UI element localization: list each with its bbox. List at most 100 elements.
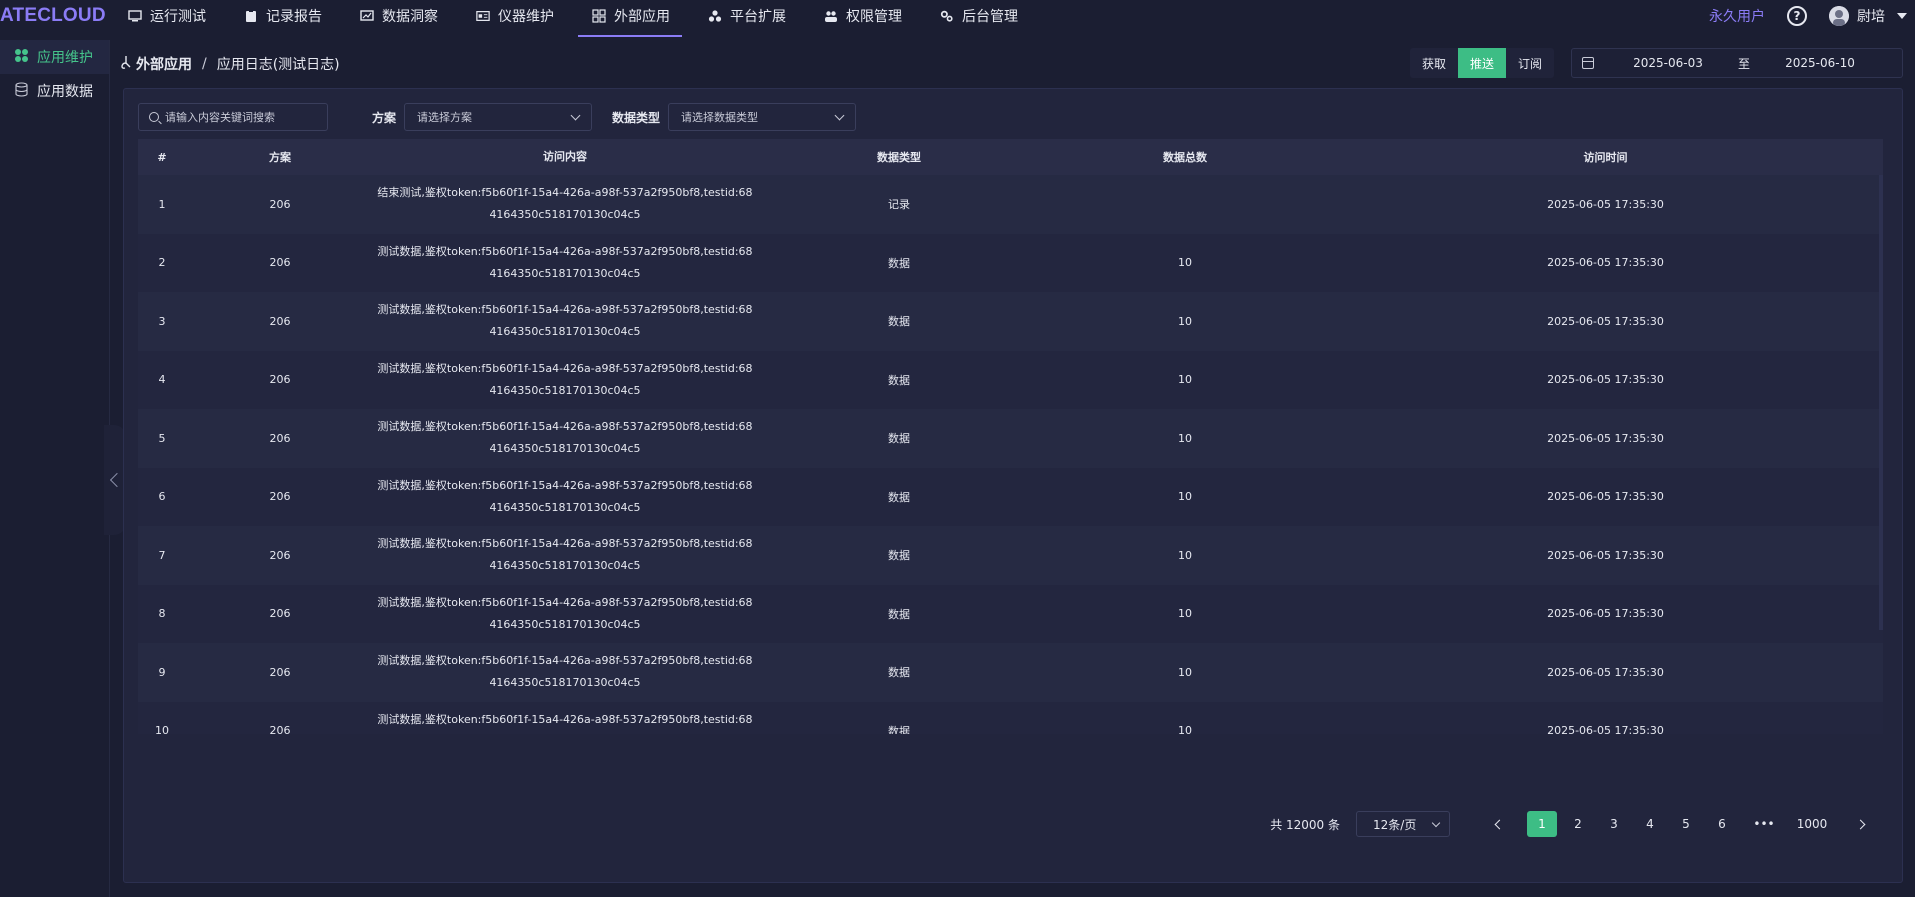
- search-box[interactable]: [138, 103, 328, 131]
- table-row[interactable]: 2 206 测试数据,鉴权token:f5b60f1f-15a4-426a-a98f…: [138, 233, 1883, 292]
- nav-item-external-apps[interactable]: 外部应用: [576, 0, 692, 37]
- table-scrollbar[interactable]: [1879, 175, 1883, 630]
- page-number-button[interactable]: 2: [1563, 811, 1593, 837]
- subscribe-button[interactable]: 订阅: [1506, 48, 1554, 78]
- breadcrumb-root-label: 外部应用: [136, 57, 192, 73]
- page-number-button[interactable]: 3: [1599, 811, 1629, 837]
- cell-index: 10: [155, 724, 169, 734]
- chevron-down-icon: [570, 110, 581, 120]
- nav-item-label: 数据洞察: [382, 9, 438, 25]
- table-row[interactable]: 10 206 测试数据,鉴权token:f5b60f1f-15a4-426a-a98…: [138, 701, 1883, 734]
- app-logo[interactable]: ATECLOUD: [0, 5, 112, 27]
- cell-time: 2025-06-05 17:35:30: [1547, 373, 1664, 387]
- page-number-button[interactable]: 1: [1527, 811, 1557, 837]
- cell-content: 测试数据,鉴权token:f5b60f1f-15a4-426a-a98f-537…: [377, 654, 753, 690]
- cell-plan: 206: [269, 431, 291, 445]
- cell-content: 测试数据,鉴权token:f5b60f1f-15a4-426a-a98f-537…: [377, 478, 753, 514]
- table-row[interactable]: 3 206 测试数据,鉴权token:f5b60f1f-15a4-426a-a98f…: [138, 292, 1883, 351]
- table-row[interactable]: 7 206 测试数据,鉴权token:f5b60f1f-15a4-426a-a98f…: [138, 526, 1883, 585]
- log-panel: 方案 请选择方案 数据类型 请选择数据类型 # 方案 访问内容 数据类型数据总数…: [123, 88, 1903, 883]
- page-number-button[interactable]: 6: [1707, 811, 1737, 837]
- nav-item-records[interactable]: 记录报告: [228, 0, 344, 35]
- plan-select[interactable]: 请选择方案: [404, 103, 593, 131]
- search-input[interactable]: [165, 110, 315, 124]
- cell-type: 数据: [888, 607, 910, 621]
- table-row[interactable]: 9 206 测试数据,鉴权token:f5b60f1f-15a4-426a-a98f…: [138, 643, 1883, 702]
- prev-page-button[interactable]: [1483, 811, 1513, 837]
- cell-index: 2: [158, 256, 166, 270]
- table-row[interactable]: 1 206 结束测试,鉴权token:f5b60f1f-15a4-426a-a98f…: [138, 175, 1883, 234]
- cell-count: 10: [1178, 724, 1192, 734]
- cell-time: 2025-06-05 17:35:30: [1547, 197, 1664, 211]
- nav-item-permissions[interactable]: 权限管理: [808, 0, 924, 35]
- user-menu-caret-icon[interactable]: [1897, 13, 1907, 19]
- page-number-button[interactable]: 4: [1635, 811, 1665, 837]
- nav-item-label: 平台扩展: [730, 9, 786, 25]
- chevron-right-icon: [1855, 819, 1866, 829]
- chevron-left-icon: [109, 472, 125, 488]
- cell-time: 2025-06-05 17:35:30: [1547, 256, 1664, 270]
- username[interactable]: 尉培: [1857, 6, 1885, 26]
- cell-index: 3: [158, 314, 166, 328]
- users-icon: [824, 9, 838, 23]
- table-row[interactable]: 5 206 测试数据,鉴权token:f5b60f1f-15a4-426a-a98f…: [138, 409, 1883, 468]
- mode-button-group: 获取 推送 订阅: [1410, 48, 1555, 78]
- cell-index: 4: [158, 373, 166, 387]
- table-row[interactable]: 6 206 测试数据,鉴权token:f5b60f1f-15a4-426a-a98f…: [138, 467, 1883, 526]
- cell-plan: 206: [269, 548, 291, 562]
- cell-type: 数据: [888, 432, 910, 446]
- date-range-separator: 至: [1737, 56, 1750, 71]
- plan-filter-label: 方案: [372, 110, 397, 125]
- cell-plan: 206: [269, 256, 291, 270]
- nav-item-instrument[interactable]: 仪器维护: [460, 0, 576, 35]
- cell-count: 10: [1178, 490, 1192, 504]
- chevron-down-icon: [1431, 818, 1441, 827]
- push-button[interactable]: 推送: [1458, 48, 1507, 78]
- table-row[interactable]: 4 206 测试数据,鉴权token:f5b60f1f-15a4-426a-a98f…: [138, 350, 1883, 409]
- data-type-select[interactable]: 请选择数据类型: [668, 103, 857, 131]
- date-range-picker[interactable]: 2025-06-03 至 2025-06-10: [1571, 48, 1903, 78]
- nav-item-insight[interactable]: 数据洞察: [344, 0, 460, 35]
- cell-content: 测试数据,鉴权token:f5b60f1f-15a4-426a-a98f-537…: [377, 244, 753, 280]
- page-size-select[interactable]: 12条/页: [1356, 811, 1450, 837]
- user-type-badge[interactable]: 永久用户: [1709, 6, 1765, 26]
- breadcrumb: 外部应用 / 应用日志(测试日志): [120, 54, 340, 74]
- next-page-button[interactable]: [1847, 811, 1877, 837]
- nav-item-admin[interactable]: 后台管理: [924, 0, 1040, 35]
- gears-icon: [940, 9, 954, 23]
- cell-index: 9: [158, 665, 166, 679]
- header-right: 永久用户 ? 尉培: [1709, 0, 1915, 38]
- cell-content: 测试数据,鉴权token:f5b60f1f-15a4-426a-a98f-537…: [377, 303, 753, 339]
- page-ellipsis-button[interactable]: •••: [1743, 811, 1785, 837]
- breadcrumb-root[interactable]: 外部应用: [120, 54, 192, 74]
- nav-item-run-test[interactable]: 运行测试: [112, 0, 228, 35]
- external-app-icon: [120, 55, 132, 73]
- calendar-icon: [1582, 57, 1594, 69]
- cell-time: 2025-06-05 17:35:30: [1547, 431, 1664, 445]
- sidebar-item-label: 应用维护: [37, 50, 93, 66]
- cell-time: 2025-06-05 17:35:30: [1547, 665, 1664, 679]
- cell-plan: 206: [269, 373, 291, 387]
- sidebar-item-app-data[interactable]: 应用数据: [0, 74, 109, 108]
- help-icon[interactable]: ?: [1787, 6, 1807, 26]
- plan-select-placeholder: 请选择方案: [417, 111, 473, 124]
- table-row[interactable]: 8 206 测试数据,鉴权token:f5b60f1f-15a4-426a-a98f…: [138, 584, 1883, 643]
- cell-content: 测试数据,鉴权token:f5b60f1f-15a4-426a-a98f-537…: [377, 595, 753, 631]
- cell-plan: 206: [269, 314, 291, 328]
- get-button[interactable]: 获取: [1410, 48, 1458, 78]
- end-date[interactable]: 2025-06-10: [1770, 56, 1870, 70]
- database-icon: [14, 81, 29, 101]
- nav-item-label: 外部应用: [614, 9, 670, 25]
- nav-item-platform-ext[interactable]: 平台扩展: [692, 0, 808, 35]
- sidebar-item-app-maintenance[interactable]: 应用维护: [0, 40, 109, 74]
- page-number-button[interactable]: 5: [1671, 811, 1701, 837]
- breadcrumb-separator: /: [202, 56, 207, 72]
- pagination: 共 12000 条 12条/页 1 2 3 4 5 6 ••• 1000: [1270, 811, 1880, 837]
- avatar[interactable]: [1829, 6, 1849, 26]
- cell-index: 1: [158, 197, 166, 211]
- page-size-value: 12条/页: [1373, 817, 1417, 832]
- cell-type: 数据: [888, 724, 910, 734]
- cell-type: 数据: [888, 256, 910, 270]
- page-number-button[interactable]: 1000: [1791, 811, 1833, 837]
- start-date[interactable]: 2025-06-03: [1618, 56, 1718, 70]
